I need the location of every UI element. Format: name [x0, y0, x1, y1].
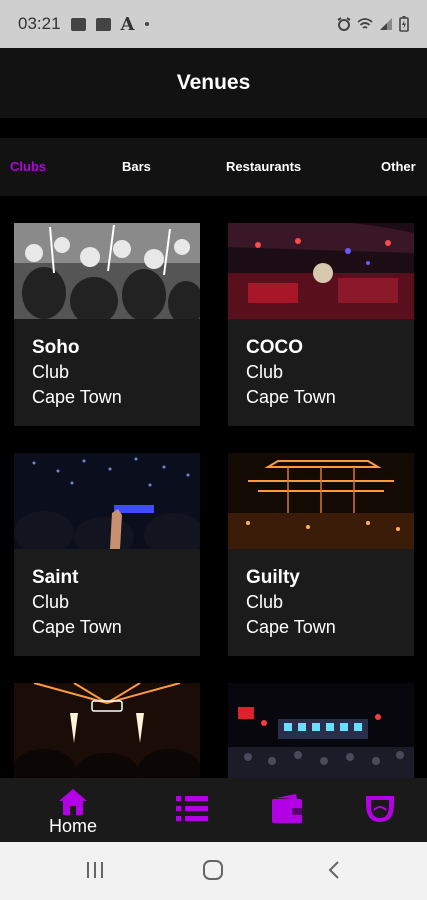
- back-icon[interactable]: [324, 859, 346, 881]
- venue-card-guilty[interactable]: Guilty Club Cape Town: [228, 453, 414, 656]
- battery-icon: [399, 16, 409, 32]
- nav-wallet[interactable]: [266, 778, 310, 842]
- wifi-icon: [357, 18, 373, 29]
- message-icon: [95, 17, 111, 31]
- signal-icon: [380, 18, 392, 30]
- venue-type: Club: [32, 592, 70, 612]
- venue-photo: [228, 453, 414, 549]
- venue-city: Cape Town: [32, 617, 122, 637]
- nav-home[interactable]: Home: [44, 778, 102, 842]
- venue-card-soho[interactable]: Soho Club Cape Town: [14, 223, 200, 426]
- bottom-nav: Home: [0, 778, 427, 842]
- venue-city: Cape Town: [246, 617, 336, 637]
- system-home-icon[interactable]: [202, 859, 224, 881]
- venue-name: Saint: [32, 567, 79, 588]
- category-tabs: Clubs Bars Restaurants Other: [0, 138, 427, 196]
- page-title: Venues: [176, 71, 251, 94]
- profile-icon: [366, 796, 394, 822]
- status-bar: 03:21 A: [0, 0, 427, 48]
- venue-city: Cape Town: [246, 387, 336, 407]
- venue-card[interactable]: [14, 683, 200, 778]
- venue-name: Guilty: [246, 567, 300, 588]
- status-time: 03:21: [18, 14, 61, 33]
- tab-other[interactable]: Other: [381, 138, 416, 196]
- gallery-icon: [70, 17, 86, 31]
- more-notifications-icon: [144, 22, 149, 26]
- venue-name: Soho: [32, 337, 80, 358]
- venue-card-saint[interactable]: Saint Club Cape Town: [14, 453, 200, 656]
- wallet-icon: [272, 794, 302, 823]
- tab-restaurants[interactable]: Restaurants: [226, 138, 301, 196]
- venue-card-coco[interactable]: COCO Club Cape Town: [228, 223, 414, 426]
- venue-photo: [228, 223, 414, 319]
- venue-photo: [228, 683, 414, 778]
- venue-photo: [14, 453, 200, 549]
- venue-card[interactable]: [228, 683, 414, 778]
- nav-profile[interactable]: [358, 778, 402, 842]
- home-icon: [59, 789, 87, 815]
- alarm-icon: [337, 17, 351, 31]
- tab-clubs[interactable]: Clubs: [10, 138, 46, 196]
- nav-home-label: Home: [48, 816, 97, 836]
- app-bar: Venues: [0, 48, 427, 118]
- venue-name: COCO: [246, 337, 303, 358]
- tab-bars[interactable]: Bars: [122, 138, 151, 196]
- venue-type: Club: [246, 592, 284, 612]
- venue-type: Club: [32, 362, 70, 382]
- venue-grid[interactable]: Soho Club Cape Town COCO Club Cape Town: [0, 196, 427, 778]
- font-notification-icon: A: [120, 13, 135, 35]
- venue-city: Cape Town: [32, 387, 122, 407]
- venue-photo: [14, 683, 200, 778]
- venue-type: Club: [246, 362, 284, 382]
- nav-list[interactable]: [170, 778, 214, 842]
- list-icon: [176, 796, 208, 821]
- venue-photo: [14, 223, 200, 319]
- recent-apps-icon[interactable]: [84, 859, 106, 881]
- system-nav-bar: [0, 842, 427, 900]
